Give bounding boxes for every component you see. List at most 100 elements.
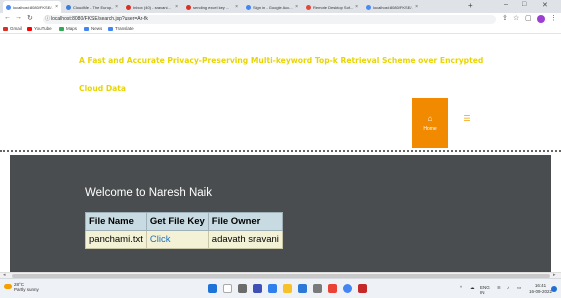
tray-chevron-icon[interactable]: ^ bbox=[460, 285, 462, 290]
column-header-file-name: File Name bbox=[85, 212, 147, 231]
browser-tab-strip: localhost:8080/FKSE/... × CloudMe - The … bbox=[0, 0, 561, 13]
app-icon[interactable] bbox=[328, 284, 337, 293]
google-icon bbox=[246, 4, 251, 10]
divider bbox=[0, 150, 561, 152]
close-icon[interactable]: × bbox=[55, 4, 58, 10]
tab-title: Sign in - Google Acc... bbox=[253, 4, 293, 10]
file-explorer-icon[interactable] bbox=[283, 284, 292, 293]
browser-tab[interactable]: CloudMe - The Europ... × bbox=[63, 1, 121, 13]
gmail-icon bbox=[3, 26, 8, 31]
info-icon[interactable]: ⓘ bbox=[45, 15, 50, 24]
gmail-icon bbox=[186, 4, 191, 10]
browser-tab[interactable]: sending excel key ... × bbox=[183, 1, 241, 13]
browser-tab[interactable]: Remote Desktop Sof... × bbox=[303, 1, 361, 13]
weather-icon bbox=[4, 284, 12, 289]
language-indicator[interactable]: ENG IN bbox=[480, 285, 490, 295]
welcome-heading: Welcome to Naresh Naik bbox=[85, 187, 212, 199]
youtube-icon bbox=[27, 26, 32, 31]
cloudme-icon bbox=[66, 4, 71, 10]
browser-tab[interactable]: localhost:8080/FKSE/... × bbox=[363, 1, 421, 13]
chrome-icon bbox=[6, 4, 11, 10]
bookmark-maps[interactable]: Maps bbox=[59, 26, 77, 31]
url-field[interactable]: ⓘ localhost:8080/FKSE/search.jsp?user=Ar… bbox=[43, 15, 496, 24]
app-icon[interactable] bbox=[313, 284, 322, 293]
back-icon[interactable]: ← bbox=[4, 14, 11, 21]
column-header-get-file-key: Get File Key bbox=[145, 212, 209, 231]
main-content: Welcome to Naresh Naik File Name Get Fil… bbox=[10, 155, 551, 272]
bookmark-label: YouTube bbox=[34, 26, 52, 31]
task-view-icon[interactable] bbox=[238, 284, 247, 293]
close-icon[interactable]: × bbox=[415, 4, 418, 10]
profile-avatar[interactable] bbox=[537, 15, 545, 23]
table-row: panchami.txt Click adavath sravani bbox=[85, 230, 283, 249]
taskbar: 28°C Partly sunny ^ ☁ ENG IN ≋ ♪ ▭ 16:41… bbox=[0, 278, 561, 298]
tab-title: localhost:8080/FKSE/... bbox=[13, 4, 54, 10]
close-icon[interactable]: × bbox=[115, 4, 118, 10]
app-icon[interactable] bbox=[358, 284, 367, 293]
battery-icon[interactable]: ▭ bbox=[517, 285, 521, 291]
chrome-icon[interactable] bbox=[343, 284, 352, 293]
weather-desc: Partly sunny bbox=[14, 287, 39, 292]
cloud-icon[interactable]: ☁ bbox=[470, 285, 475, 291]
region-code: IN bbox=[480, 290, 485, 295]
wifi-icon[interactable]: ≋ bbox=[497, 285, 501, 291]
windows-start-icon[interactable] bbox=[208, 284, 217, 293]
table-header-row: File Name Get File Key File Owner bbox=[85, 212, 283, 231]
home-label: Home bbox=[423, 126, 437, 132]
file-owner-cell: adavath sravani bbox=[207, 230, 283, 249]
new-tab-button[interactable]: + bbox=[468, 1, 473, 10]
gmail-icon bbox=[126, 4, 131, 10]
tab-title: localhost:8080/FKSE/... bbox=[373, 4, 414, 10]
close-icon[interactable]: × bbox=[235, 4, 238, 10]
url-text: localhost:8080/FKSE/search.jsp?user=Ar-f… bbox=[51, 16, 148, 22]
bookmark-label: Gmail bbox=[10, 26, 22, 31]
column-header-file-owner: File Owner bbox=[207, 212, 283, 231]
reload-icon[interactable]: ↻ bbox=[27, 14, 33, 22]
home-nav-button[interactable]: ⌂ Home bbox=[412, 98, 448, 148]
close-icon[interactable]: × bbox=[175, 4, 178, 10]
clock-date: 16-09-2022 bbox=[529, 288, 553, 294]
bookmark-star-icon[interactable]: ☆ bbox=[513, 14, 519, 22]
file-name-cell: panchami.txt bbox=[85, 230, 147, 249]
anydesk-icon bbox=[306, 4, 311, 10]
logout-nav-button[interactable]: ☰ Logout bbox=[449, 98, 485, 148]
close-icon[interactable]: × bbox=[355, 4, 358, 10]
tab-title: Inbox (40) - sravani... bbox=[133, 4, 171, 10]
clock[interactable]: 16:41 16-09-2022 bbox=[529, 283, 552, 294]
share-icon[interactable]: ⇪ bbox=[502, 14, 508, 22]
forward-icon[interactable]: → bbox=[15, 14, 22, 21]
browser-tab[interactable]: localhost:8080/FKSE/... × bbox=[3, 1, 61, 13]
bookmark-gmail[interactable]: Gmail bbox=[3, 26, 22, 31]
news-icon bbox=[84, 26, 89, 31]
tab-title: CloudMe - The Europ... bbox=[73, 4, 114, 10]
close-icon[interactable]: × bbox=[295, 4, 298, 10]
weather-widget[interactable]: 28°C Partly sunny bbox=[4, 282, 39, 292]
tab-title: Remote Desktop Sof... bbox=[313, 4, 354, 10]
extensions-icon[interactable]: ▢ bbox=[525, 14, 532, 22]
maps-icon bbox=[59, 26, 64, 31]
minimize-icon[interactable]: – bbox=[504, 1, 508, 8]
search-icon[interactable] bbox=[223, 284, 232, 293]
browser-tab[interactable]: Sign in - Google Acc... × bbox=[243, 1, 301, 13]
notification-icon[interactable] bbox=[551, 286, 557, 292]
bookmark-youtube[interactable]: YouTube bbox=[27, 26, 52, 31]
chat-icon[interactable] bbox=[253, 284, 262, 293]
logout-icon: ☰ bbox=[463, 114, 471, 123]
logout-label: Logout bbox=[459, 126, 475, 132]
bookmarks-bar: Gmail YouTube Maps News Translate bbox=[0, 25, 561, 34]
store-icon[interactable] bbox=[298, 284, 307, 293]
page-header: A Fast and Accurate Privacy-Preserving M… bbox=[0, 34, 561, 150]
edge-icon[interactable] bbox=[268, 284, 277, 293]
speaker-icon[interactable]: ♪ bbox=[507, 285, 509, 290]
address-bar: ← → ↻ ⓘ localhost:8080/FKSE/search.jsp?u… bbox=[0, 13, 561, 25]
bookmark-news[interactable]: News bbox=[84, 26, 102, 31]
close-window-icon[interactable]: ✕ bbox=[542, 1, 548, 9]
tab-title: sending excel key ... bbox=[193, 4, 230, 10]
maximize-icon[interactable]: □ bbox=[522, 1, 526, 8]
get-file-key-link[interactable]: Click bbox=[145, 230, 209, 249]
bookmark-label: Translate bbox=[115, 26, 134, 31]
file-table: File Name Get File Key File Owner pancha… bbox=[85, 212, 283, 249]
bookmark-translate[interactable]: Translate bbox=[108, 26, 134, 31]
menu-icon[interactable]: ⋮ bbox=[550, 14, 557, 22]
browser-tab[interactable]: Inbox (40) - sravani... × bbox=[123, 1, 181, 13]
